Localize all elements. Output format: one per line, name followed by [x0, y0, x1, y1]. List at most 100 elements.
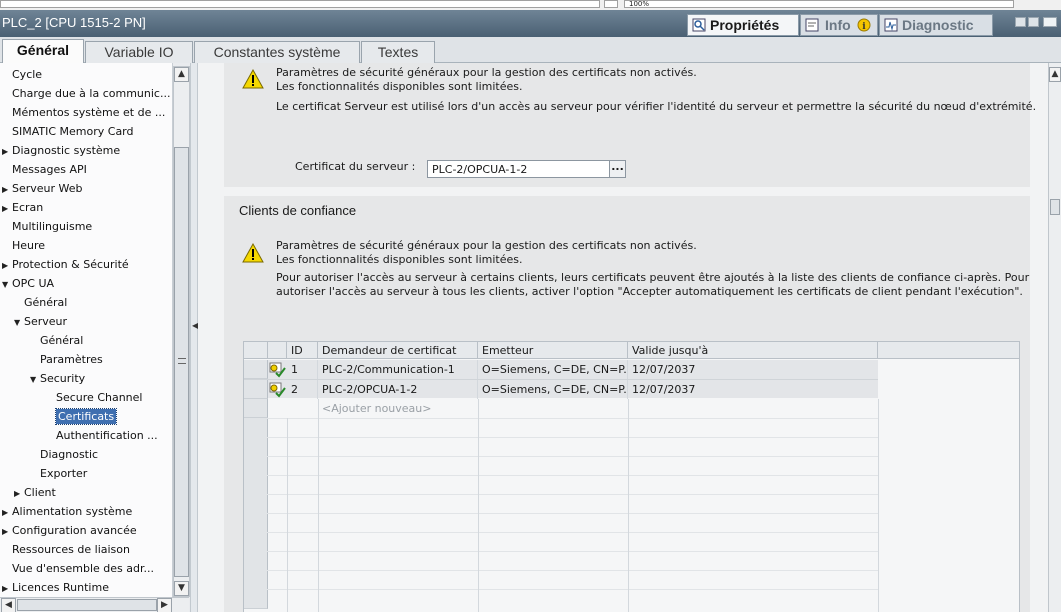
tab-proprietes[interactable]: Propriétés — [687, 14, 799, 36]
empty-row[interactable] — [244, 570, 878, 590]
col-header-id[interactable]: ID — [287, 342, 318, 359]
tree-item-client[interactable]: Client — [14, 483, 56, 502]
tree-horizontal-scrollbar[interactable]: ◀ ▶ — [0, 597, 189, 612]
content-scrollbar[interactable]: ▲ — [1048, 63, 1061, 612]
col-header-issuer[interactable]: Emetteur — [478, 342, 628, 359]
empty-row[interactable] — [244, 494, 878, 514]
tree-scroll-thumb[interactable] — [174, 147, 189, 577]
zoom-field[interactable]: 100% — [624, 0, 1014, 8]
tree-item-serveur-web[interactable]: Serveur Web — [2, 179, 83, 198]
row-header[interactable] — [244, 476, 268, 495]
browse-certificate-button[interactable]: ... — [609, 160, 626, 178]
tree-item-alimentation-syst-me[interactable]: Alimentation système — [2, 502, 132, 521]
tree-item-g-n-ral[interactable]: Général — [40, 331, 83, 350]
empty-row[interactable] — [244, 551, 878, 571]
tree-item-exporter[interactable]: Exporter — [40, 464, 87, 483]
column-separator — [878, 399, 879, 612]
tree-item-ecran[interactable]: Ecran — [2, 198, 43, 217]
server-certificate-value: PLC-2/OPCUA-1-2 — [432, 163, 528, 176]
collapsed-arrow-icon[interactable] — [14, 484, 24, 503]
expanded-arrow-icon[interactable] — [14, 313, 24, 332]
minimize-icon[interactable] — [1043, 17, 1057, 27]
top-toolbar-field[interactable] — [0, 0, 600, 8]
tree-item-simatic-memory-card[interactable]: SIMATIC Memory Card — [12, 122, 134, 141]
tab-diagnostic[interactable]: Diagnostic — [879, 14, 993, 36]
restore-icon[interactable] — [1015, 17, 1026, 27]
col-header-valid[interactable]: Valide jusqu'à — [628, 342, 878, 359]
tree-item-g-n-ral[interactable]: Général — [24, 293, 67, 312]
tab-constantes-systeme[interactable]: Constantes système — [194, 41, 360, 63]
scroll-down-icon[interactable]: ▼ — [174, 581, 189, 596]
expanded-arrow-icon[interactable] — [2, 275, 12, 294]
tree-item-m-mentos-syst-me-et-de[interactable]: Mémentos système et de ... — [12, 103, 165, 122]
scroll-right-icon[interactable]: ▶ — [157, 598, 172, 612]
content-scroll-thumb[interactable] — [1050, 199, 1060, 215]
tab-general[interactable]: Général — [2, 39, 84, 64]
collapsed-arrow-icon[interactable] — [2, 522, 12, 541]
tab-variable-io[interactable]: Variable IO — [85, 41, 193, 63]
table-row[interactable]: 1 PLC-2/Communication-1 O=Siemens, C=DE,… — [244, 360, 878, 379]
tree-item-multilinguisme[interactable]: Multilinguisme — [12, 217, 92, 236]
tab-info[interactable]: Info i — [800, 14, 878, 36]
empty-row[interactable] — [244, 589, 878, 609]
tree-item-secure-channel[interactable]: Secure Channel — [56, 388, 142, 407]
tree-item-certificats[interactable]: Certificats — [54, 407, 118, 426]
top-toolbar-dropdown[interactable] — [604, 0, 618, 8]
add-new-row[interactable]: <Ajouter nouveau> — [244, 399, 878, 418]
tree-hscroll-thumb[interactable] — [17, 599, 157, 611]
scroll-up-icon[interactable]: ▲ — [1049, 67, 1061, 82]
empty-row[interactable] — [244, 532, 878, 552]
tree-item-cycle[interactable]: Cycle — [12, 65, 42, 84]
collapsed-arrow-icon[interactable] — [2, 142, 12, 161]
row-header[interactable] — [244, 399, 268, 418]
empty-row[interactable] — [244, 418, 878, 438]
empty-row[interactable] — [244, 456, 878, 476]
row-header[interactable] — [244, 495, 268, 514]
row-header[interactable] — [244, 514, 268, 533]
row-header[interactable] — [244, 380, 268, 399]
tree-item-label: Multilinguisme — [12, 220, 93, 233]
tab-textes[interactable]: Textes — [361, 41, 435, 63]
row-header[interactable] — [244, 419, 268, 438]
tree-scrollbar[interactable]: ▲ ▼ — [173, 66, 190, 597]
row-header[interactable] — [244, 360, 268, 379]
add-new-cell[interactable]: <Ajouter nouveau> — [318, 399, 478, 418]
float-icon[interactable] — [1028, 17, 1039, 27]
tree-item-configuration-avanc-e[interactable]: Configuration avancée — [2, 521, 137, 540]
scroll-left-icon[interactable]: ◀ — [1, 598, 16, 612]
tree-item-charge-due-la-communic[interactable]: Charge due à la communic... — [12, 84, 170, 103]
tree-item-diagnostic-syst-me[interactable]: Diagnostic système — [2, 141, 120, 160]
empty-row[interactable] — [244, 513, 878, 533]
tree-item-ressources-de-liaison[interactable]: Ressources de liaison — [12, 540, 130, 559]
tree-item-param-tres[interactable]: Paramètres — [40, 350, 103, 369]
tree-item-security[interactable]: Security — [30, 369, 85, 388]
row-header[interactable] — [244, 552, 268, 571]
tree-item-vue-d-ensemble-des-adr[interactable]: Vue d'ensemble des adr... — [12, 559, 154, 578]
tree-item-opc-ua[interactable]: OPC UA — [2, 274, 54, 293]
row-header[interactable] — [244, 438, 268, 457]
row-header[interactable] — [244, 457, 268, 476]
tree-item-serveur[interactable]: Serveur — [14, 312, 67, 331]
row-header[interactable] — [244, 533, 268, 552]
row-header[interactable] — [244, 571, 268, 590]
collapsed-arrow-icon[interactable] — [2, 256, 12, 275]
empty-row[interactable] — [244, 437, 878, 457]
tree-item-licences-runtime[interactable]: Licences Runtime — [2, 578, 109, 597]
tree-item-heure[interactable]: Heure — [12, 236, 45, 255]
table-row[interactable]: 2 PLC-2/OPCUA-1-2 O=Siemens, C=DE, CN=P.… — [244, 379, 878, 399]
collapsed-arrow-icon[interactable] — [2, 579, 12, 597]
empty-row[interactable] — [244, 475, 878, 495]
server-certificate-field[interactable]: PLC-2/OPCUA-1-2 — [427, 160, 610, 178]
collapsed-arrow-icon[interactable] — [2, 199, 12, 218]
collapsed-arrow-icon[interactable] — [2, 503, 12, 522]
tree-item-diagnostic[interactable]: Diagnostic — [40, 445, 98, 464]
tree-item-authentification[interactable]: Authentification ... — [56, 426, 158, 445]
panel-splitter[interactable]: ◀ — [190, 63, 198, 612]
col-header-requester[interactable]: Demandeur de certificat — [318, 342, 478, 359]
row-header[interactable] — [244, 590, 268, 609]
expanded-arrow-icon[interactable] — [30, 370, 40, 389]
collapsed-arrow-icon[interactable] — [2, 180, 12, 199]
tree-item-protection-s-curit[interactable]: Protection & Sécurité — [2, 255, 129, 274]
tree-item-messages-api[interactable]: Messages API — [12, 160, 87, 179]
scroll-up-icon[interactable]: ▲ — [174, 67, 189, 82]
